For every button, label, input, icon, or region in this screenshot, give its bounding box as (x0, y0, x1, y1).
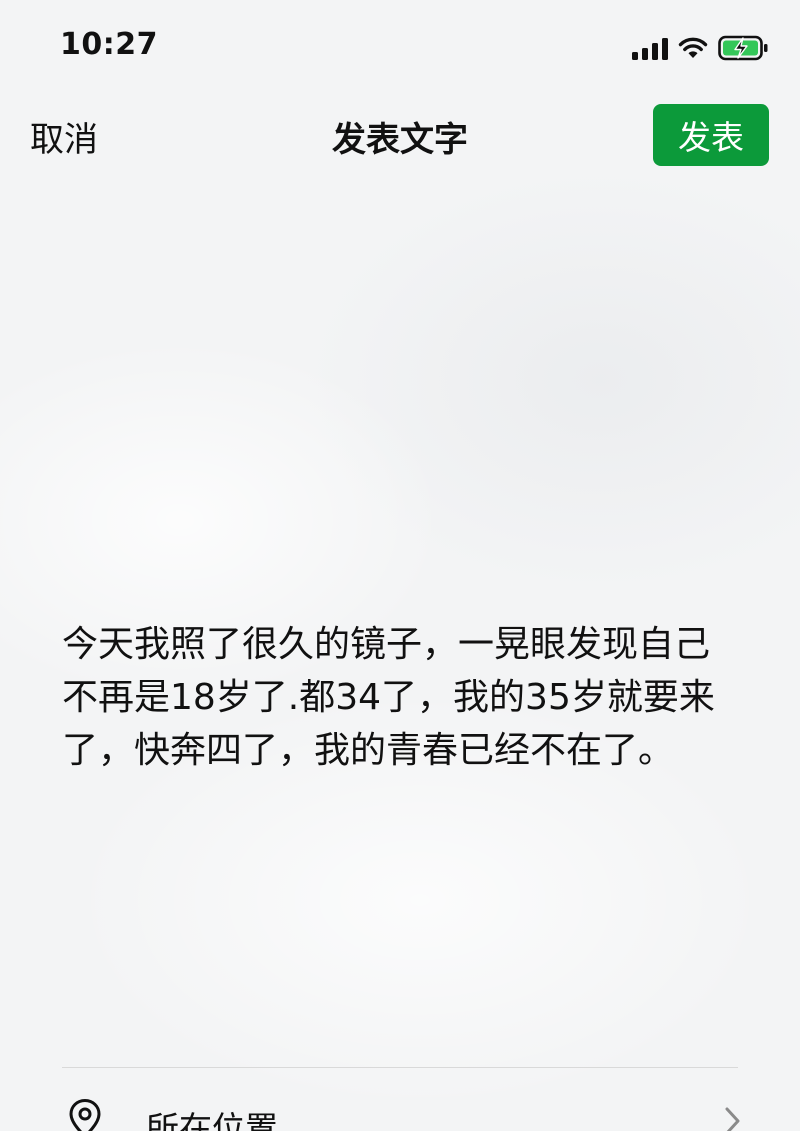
chevron-right-icon (725, 1107, 740, 1131)
compose-text-screen: 10:27 取消 发表文字 发表 今天我照了很久的镜子，一晃眼发现自己不再是18… (0, 0, 800, 1131)
battery-charging-icon (718, 35, 768, 61)
status-icons (632, 32, 770, 64)
page-title-text: 发表文字 (332, 120, 468, 160)
location-row[interactable]: 所在位置 (62, 1068, 742, 1131)
location-pin-icon (69, 1098, 101, 1131)
post-text-area[interactable]: 今天我照了很久的镜子，一晃眼发现自己不再是18岁了.都34了，我的35岁就要来了… (62, 618, 742, 777)
location-label: 所在位置 (146, 1109, 278, 1131)
status-time: 10:27 (60, 27, 158, 62)
post-button[interactable]: 发表 (653, 104, 769, 166)
signal-icon (632, 36, 668, 60)
nav-bar: 取消 发表文字 发表 (0, 96, 800, 176)
cancel-button[interactable]: 取消 (30, 112, 98, 161)
wifi-icon (678, 37, 708, 58)
status-bar: 10:27 (0, 0, 800, 96)
